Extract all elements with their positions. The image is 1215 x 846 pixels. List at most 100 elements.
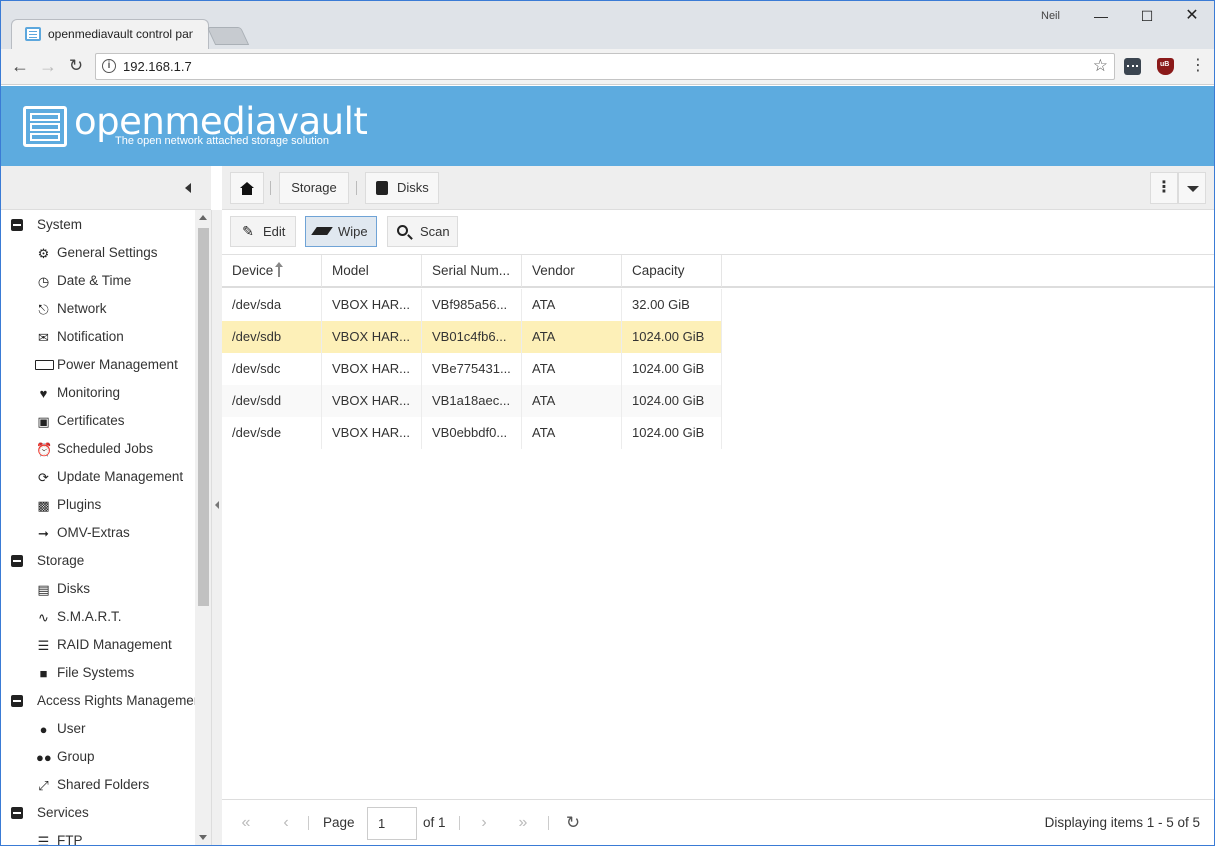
bookmark-star-icon[interactable]: ☆	[1093, 56, 1108, 76]
collapse-minus-icon[interactable]	[11, 555, 23, 567]
column-header-model[interactable]: Model	[322, 255, 422, 287]
sidebar-item-certificates[interactable]: ▣ Certificates	[1, 407, 196, 435]
panel-splitter[interactable]	[211, 210, 222, 845]
column-header-serial[interactable]: Serial Num...	[422, 255, 522, 287]
clock-icon: ◷	[37, 274, 50, 289]
refresh-icon[interactable]: ↻	[563, 813, 583, 833]
tree-category-services[interactable]: Services	[1, 799, 196, 827]
share-icon: ⤢	[38, 778, 49, 793]
user-icon: ●	[39, 722, 48, 737]
forward-arrow-icon[interactable]: →	[37, 56, 59, 78]
cell-capacity: 1024.00 GiB	[622, 385, 722, 417]
close-icon[interactable]: ✕	[1177, 6, 1207, 28]
table-row[interactable]: /dev/sdd VBOX HAR... VB1a18aec... ATA 10…	[222, 385, 722, 417]
sidebar-item-plugins[interactable]: ▩ Plugins	[1, 491, 196, 519]
maximize-icon[interactable]: ☐	[1132, 6, 1162, 28]
page-number-input[interactable]: 1	[367, 807, 417, 840]
breadcrumb: Storage Disks ⋮	[222, 166, 1214, 210]
sidebar-item-ftp[interactable]: ☰ FTP	[1, 827, 196, 846]
cell-capacity: 1024.00 GiB	[622, 321, 722, 353]
new-tab-button[interactable]	[206, 27, 250, 45]
dropdown-caret-icon[interactable]	[1178, 172, 1206, 204]
browser-menu-icon[interactable]: ⋮	[1187, 56, 1209, 78]
edit-button[interactable]: ✎ Edit	[230, 216, 296, 247]
sidebar-item-date-time[interactable]: ◷ Date & Time	[1, 267, 196, 295]
last-page-icon[interactable]: »	[513, 813, 533, 833]
table-row[interactable]: /dev/sdc VBOX HAR... VBe775431... ATA 10…	[222, 353, 722, 385]
address-bar[interactable]: i 192.168.1.7 ☆	[95, 53, 1115, 80]
collapse-minus-icon[interactable]	[11, 695, 23, 707]
browser-tab[interactable]: openmediavault control panel	[11, 19, 209, 49]
table-row[interactable]: /dev/sda VBOX HAR... VBf985a56... ATA 32…	[222, 289, 722, 321]
first-page-icon[interactable]: «	[236, 813, 256, 833]
column-header-capacity[interactable]: Capacity	[622, 255, 722, 287]
minimize-icon[interactable]: —	[1086, 6, 1116, 28]
sidebar-item-notification[interactable]: ✉ Notification	[1, 323, 196, 351]
profile-name[interactable]: Neil	[1041, 10, 1060, 22]
collapse-minus-icon[interactable]	[11, 219, 23, 231]
cell-model: VBOX HAR...	[322, 321, 422, 353]
wipe-button[interactable]: Wipe	[305, 216, 377, 247]
heart-pulse-icon: ♥	[39, 386, 48, 401]
breadcrumb-storage[interactable]: Storage	[279, 172, 349, 204]
scan-button[interactable]: Scan	[387, 216, 458, 247]
cell-capacity: 1024.00 GiB	[622, 353, 722, 385]
back-arrow-icon[interactable]: ←	[9, 56, 31, 78]
home-button[interactable]	[230, 172, 264, 204]
tree-category-system[interactable]: System	[1, 211, 196, 239]
paging-toolbar: « ‹ Page 1 of 1 › » ↻ Displaying items 1…	[222, 799, 1214, 845]
sidebar-item-group[interactable]: ●● Group	[1, 743, 196, 771]
plug-icon: ➞	[38, 526, 49, 541]
tab-title: openmediavault control panel	[48, 27, 193, 41]
tree-category-storage[interactable]: Storage	[1, 547, 196, 575]
scroll-down-icon[interactable]	[199, 835, 207, 840]
column-header-device[interactable]: Device	[222, 255, 322, 287]
sidebar-item-power-management[interactable]: Power Management	[1, 351, 196, 379]
cell-model: VBOX HAR...	[322, 417, 422, 449]
sidebar-item-smart[interactable]: ∿ S.M.A.R.T.	[1, 603, 196, 631]
reload-icon[interactable]: ↻	[65, 56, 87, 78]
column-header-vendor[interactable]: Vendor	[522, 255, 622, 287]
omv-logo-icon	[23, 106, 67, 147]
info-icon[interactable]: i	[102, 59, 116, 73]
breadcrumb-disks[interactable]: Disks	[365, 172, 439, 204]
sidebar-item-monitoring[interactable]: ♥ Monitoring	[1, 379, 196, 407]
sidebar-item-disks[interactable]: ▤ Disks	[1, 575, 196, 603]
search-icon	[397, 225, 408, 236]
extension-dots-icon[interactable]	[1124, 58, 1141, 75]
browser-toolbar: ← → ↻ i 192.168.1.7 ☆ uB ⋮	[1, 49, 1214, 85]
sidebar-item-raid-management[interactable]: ☰ RAID Management	[1, 631, 196, 659]
sidebar-item-scheduled-jobs[interactable]: ⏰ Scheduled Jobs	[1, 435, 196, 463]
cell-serial: VBe775431...	[422, 353, 522, 385]
page-label: Page	[323, 815, 355, 830]
collapse-sidebar-icon[interactable]	[184, 181, 194, 195]
sidebar-item-user[interactable]: ● User	[1, 715, 196, 743]
url-text[interactable]: 192.168.1.7	[123, 59, 192, 74]
next-page-icon[interactable]: ›	[474, 813, 494, 833]
scrollbar-thumb[interactable]	[198, 228, 209, 606]
sidebar-item-general-settings[interactable]: ⚙ General Settings	[1, 239, 196, 267]
grid-toolbar: ✎ Edit Wipe Scan	[222, 210, 1214, 255]
network-icon: ⎋	[38, 302, 49, 317]
cell-device: /dev/sdd	[222, 385, 322, 417]
server-icon: ☰	[37, 834, 50, 846]
ublock-shield-icon[interactable]: uB	[1157, 58, 1174, 75]
tree-category-access-rights[interactable]: Access Rights Management	[1, 687, 196, 715]
navigation-tree: System ⚙ General Settings ◷ Date & Time ⎋ N…	[1, 210, 211, 846]
collapse-minus-icon[interactable]	[11, 807, 23, 819]
cell-device: /dev/sdc	[222, 353, 322, 385]
sidebar-item-omv-extras[interactable]: ➞ OMV-Extras	[1, 519, 196, 547]
previous-page-icon[interactable]: ‹	[276, 813, 296, 833]
hard-disk-icon: ▤	[37, 582, 50, 597]
folder-icon: ■	[39, 666, 48, 681]
more-options-icon[interactable]: ⋮	[1150, 172, 1178, 204]
sidebar-item-update-management[interactable]: ⟳ Update Management	[1, 463, 196, 491]
table-row-selected[interactable]: /dev/sdb VBOX HAR... VB01c4fb6... ATA 10…	[222, 321, 722, 353]
cell-serial: VB0ebbdf0...	[422, 417, 522, 449]
scroll-up-icon[interactable]	[199, 215, 207, 220]
sidebar-item-shared-folders[interactable]: ⤢ Shared Folders	[1, 771, 196, 799]
sidebar-item-file-systems[interactable]: ■ File Systems	[1, 659, 196, 687]
table-row[interactable]: /dev/sde VBOX HAR... VB0ebbdf0... ATA 10…	[222, 417, 722, 449]
sidebar-item-network[interactable]: ⎋ Network	[1, 295, 196, 323]
sidebar-scrollbar[interactable]	[195, 210, 211, 845]
